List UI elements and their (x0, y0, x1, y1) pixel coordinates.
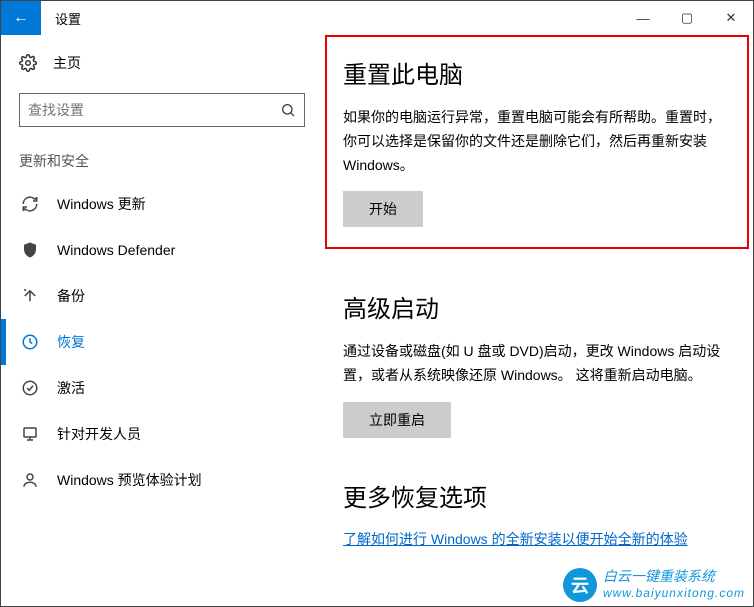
watermark-logo-icon: 云 (563, 568, 597, 602)
home-label: 主页 (53, 53, 81, 73)
sidebar-item-label: Windows 更新 (57, 194, 146, 214)
main-panel: 重置此电脑 如果你的电脑运行异常，重置电脑可能会有所帮助。重置时，你可以选择是保… (321, 35, 753, 606)
reset-section-highlight: 重置此电脑 如果你的电脑运行异常，重置电脑可能会有所帮助。重置时，你可以选择是保… (325, 35, 749, 249)
sidebar: 主页 更新和安全 Windows 更新 Windows Defender (1, 35, 321, 606)
reset-start-button[interactable]: 开始 (343, 191, 423, 227)
watermark-text: 白云一键重装系统 (603, 570, 745, 587)
content-area: 主页 更新和安全 Windows 更新 Windows Defender (1, 35, 753, 606)
reset-title: 重置此电脑 (343, 55, 731, 90)
sidebar-item-insider[interactable]: Windows 预览体验计划 (19, 457, 305, 503)
titlebar: ← 设置 — ▢ ✕ (1, 1, 753, 35)
minimize-button[interactable]: — (621, 1, 665, 35)
search-input[interactable] (28, 102, 280, 118)
search-box[interactable] (19, 93, 305, 127)
sidebar-item-activation[interactable]: 激活 (19, 365, 305, 411)
back-button[interactable]: ← (1, 1, 41, 35)
advanced-description: 通过设备或磁盘(如 U 盘或 DVD)启动，更改 Windows 启动设置，或者… (343, 340, 731, 388)
window-controls: — ▢ ✕ (621, 1, 753, 35)
insider-icon (21, 471, 39, 489)
maximize-button[interactable]: ▢ (665, 1, 709, 35)
sidebar-item-label: 针对开发人员 (57, 424, 141, 444)
gear-icon (19, 54, 37, 72)
more-options-section: 更多恢复选项 了解如何进行 Windows 的全新安装以便开始全新的体验 (343, 478, 731, 549)
arrow-left-icon: ← (13, 9, 29, 27)
sidebar-item-windows-update[interactable]: Windows 更新 (19, 181, 305, 227)
close-button[interactable]: ✕ (709, 1, 753, 35)
check-icon (21, 379, 39, 397)
advanced-startup-section: 高级启动 通过设备或磁盘(如 U 盘或 DVD)启动，更改 Windows 启动… (343, 289, 731, 438)
sidebar-item-backup[interactable]: 备份 (19, 273, 305, 319)
sidebar-item-label: 备份 (57, 286, 85, 306)
sidebar-item-developers[interactable]: 针对开发人员 (19, 411, 305, 457)
sidebar-item-label: 激活 (57, 378, 85, 398)
more-options-title: 更多恢复选项 (343, 478, 731, 513)
sidebar-item-label: Windows 预览体验计划 (57, 470, 202, 490)
fresh-install-link[interactable]: 了解如何进行 Windows 的全新安装以便开始全新的体验 (343, 531, 688, 547)
watermark: 云 白云一键重装系统 www.baiyunxitong.com (563, 568, 745, 602)
sidebar-item-label: 恢复 (57, 332, 85, 352)
home-link[interactable]: 主页 (19, 53, 305, 73)
sidebar-item-recovery[interactable]: 恢复 (19, 319, 305, 365)
dev-icon (21, 425, 39, 443)
restart-now-button[interactable]: 立即重启 (343, 402, 451, 438)
sidebar-item-label: Windows Defender (57, 242, 175, 258)
advanced-title: 高级启动 (343, 289, 731, 324)
watermark-url: www.baiyunxitong.com (603, 586, 745, 600)
reset-description: 如果你的电脑运行异常，重置电脑可能会有所帮助。重置时，你可以选择是保留你的文件还… (343, 106, 731, 177)
sidebar-item-defender[interactable]: Windows Defender (19, 227, 305, 273)
shield-icon (21, 241, 39, 259)
search-icon (280, 102, 296, 118)
backup-icon (21, 287, 39, 305)
window-title: 设置 (55, 9, 621, 28)
sync-icon (21, 195, 39, 213)
category-label: 更新和安全 (19, 151, 305, 171)
recovery-icon (21, 333, 39, 351)
